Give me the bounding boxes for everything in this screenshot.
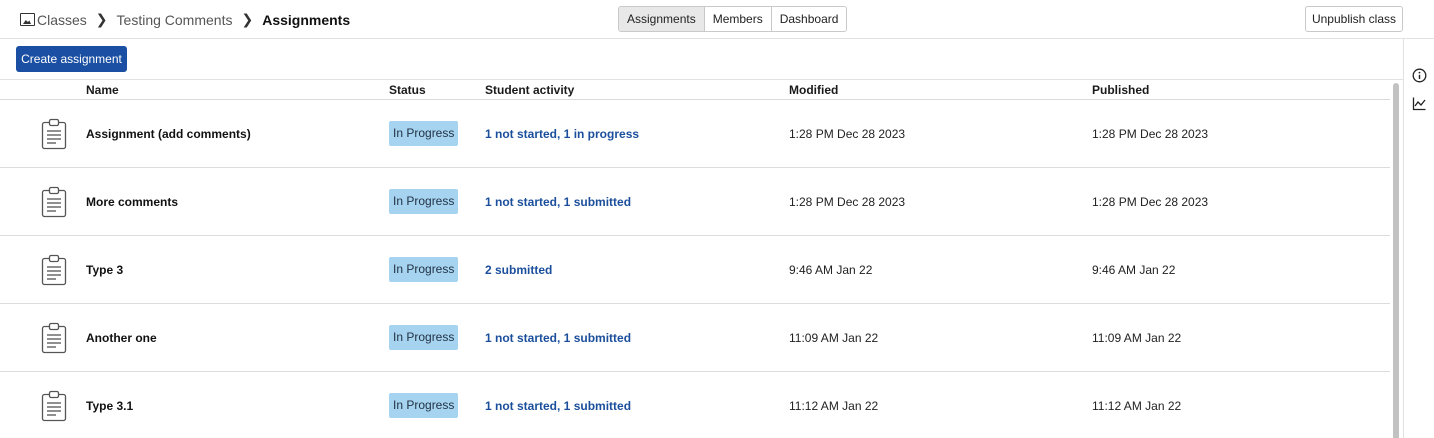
breadcrumb: Classes ❯ Testing Comments ❯ Assignments bbox=[20, 0, 350, 39]
modified-date: 1:28 PM Dec 28 2023 bbox=[789, 194, 906, 209]
status-badge: In Progress bbox=[389, 393, 459, 418]
table-row[interactable]: Assignment (add comments) In Progress 1 … bbox=[0, 100, 1390, 168]
info-icon[interactable] bbox=[1412, 68, 1427, 83]
vertical-scrollbar[interactable] bbox=[1390, 80, 1403, 438]
student-activity-link[interactable]: 1 not started, 1 in progress bbox=[485, 100, 639, 167]
table-row[interactable]: Another one In Progress 1 not started, 1… bbox=[0, 304, 1390, 372]
clipboard-icon bbox=[40, 168, 68, 235]
assignment-name[interactable]: Type 3.1 bbox=[86, 372, 133, 438]
top-bar: Classes ❯ Testing Comments ❯ Assignments… bbox=[0, 0, 1434, 39]
status-badge: In Progress bbox=[389, 121, 459, 146]
student-activity-link[interactable]: 1 not started, 1 submitted bbox=[485, 168, 631, 235]
clipboard-icon bbox=[40, 236, 68, 303]
table-row[interactable]: Type 3.1 In Progress 1 not started, 1 su… bbox=[0, 372, 1390, 438]
scrollbar-thumb[interactable] bbox=[1393, 83, 1399, 438]
assignment-name[interactable]: More comments bbox=[86, 168, 178, 235]
column-header-published[interactable]: Published bbox=[1092, 83, 1149, 97]
tab-dashboard[interactable]: Dashboard bbox=[771, 7, 847, 31]
column-header-activity[interactable]: Student activity bbox=[485, 83, 574, 97]
published-date: 1:28 PM Dec 28 2023 bbox=[1092, 194, 1209, 209]
breadcrumb-classes[interactable]: Classes bbox=[37, 12, 87, 28]
breadcrumb-class-name[interactable]: Testing Comments bbox=[117, 12, 233, 28]
column-header-status[interactable]: Status bbox=[389, 83, 426, 97]
chevron-right-icon: ❯ bbox=[95, 11, 108, 27]
table-header: Name Status Student activity Modified Pu… bbox=[0, 80, 1390, 100]
status-badge: In Progress bbox=[389, 257, 459, 282]
assignment-name[interactable]: Assignment (add comments) bbox=[86, 100, 251, 167]
modified-date: 11:09 AM Jan 22 bbox=[789, 330, 879, 345]
modified-date: 9:46 AM Jan 22 bbox=[789, 262, 873, 277]
right-rail bbox=[1403, 39, 1434, 438]
create-assignment-button[interactable]: Create assignment bbox=[16, 46, 127, 72]
chart-icon[interactable] bbox=[1412, 96, 1427, 111]
published-date: 9:46 AM Jan 22 bbox=[1092, 262, 1176, 277]
column-header-name[interactable]: Name bbox=[86, 83, 119, 97]
unpublish-class-button[interactable]: Unpublish class bbox=[1305, 6, 1403, 32]
class-icon bbox=[20, 13, 35, 26]
clipboard-icon bbox=[40, 372, 68, 438]
table-row[interactable]: Type 3 In Progress 2 submitted 9:46 AM J… bbox=[0, 236, 1390, 304]
student-activity-link[interactable]: 2 submitted bbox=[485, 236, 552, 303]
published-date: 11:09 AM Jan 22 bbox=[1092, 330, 1182, 345]
modified-date: 11:12 AM Jan 22 bbox=[789, 398, 879, 413]
app: Classes ❯ Testing Comments ❯ Assignments… bbox=[0, 0, 1434, 438]
column-header-modified[interactable]: Modified bbox=[789, 83, 838, 97]
modified-date: 1:28 PM Dec 28 2023 bbox=[789, 126, 906, 141]
table-row[interactable]: More comments In Progress 1 not started,… bbox=[0, 168, 1390, 236]
assignment-name[interactable]: Type 3 bbox=[86, 236, 123, 303]
breadcrumb-current: Assignments bbox=[262, 11, 351, 28]
tab-assignments[interactable]: Assignments bbox=[619, 7, 705, 31]
student-activity-link[interactable]: 1 not started, 1 submitted bbox=[485, 372, 631, 438]
published-date: 1:28 PM Dec 28 2023 bbox=[1092, 126, 1209, 141]
status-badge: In Progress bbox=[389, 325, 459, 350]
tab-members[interactable]: Members bbox=[704, 7, 772, 31]
clipboard-icon bbox=[40, 304, 68, 371]
assignment-name[interactable]: Another one bbox=[86, 304, 157, 371]
view-tabs: Assignments Members Dashboard bbox=[618, 6, 848, 32]
student-activity-link[interactable]: 1 not started, 1 submitted bbox=[485, 304, 631, 371]
published-date: 11:12 AM Jan 22 bbox=[1092, 398, 1182, 413]
chevron-right-icon: ❯ bbox=[241, 11, 254, 27]
status-badge: In Progress bbox=[389, 189, 459, 214]
clipboard-icon bbox=[40, 100, 68, 167]
